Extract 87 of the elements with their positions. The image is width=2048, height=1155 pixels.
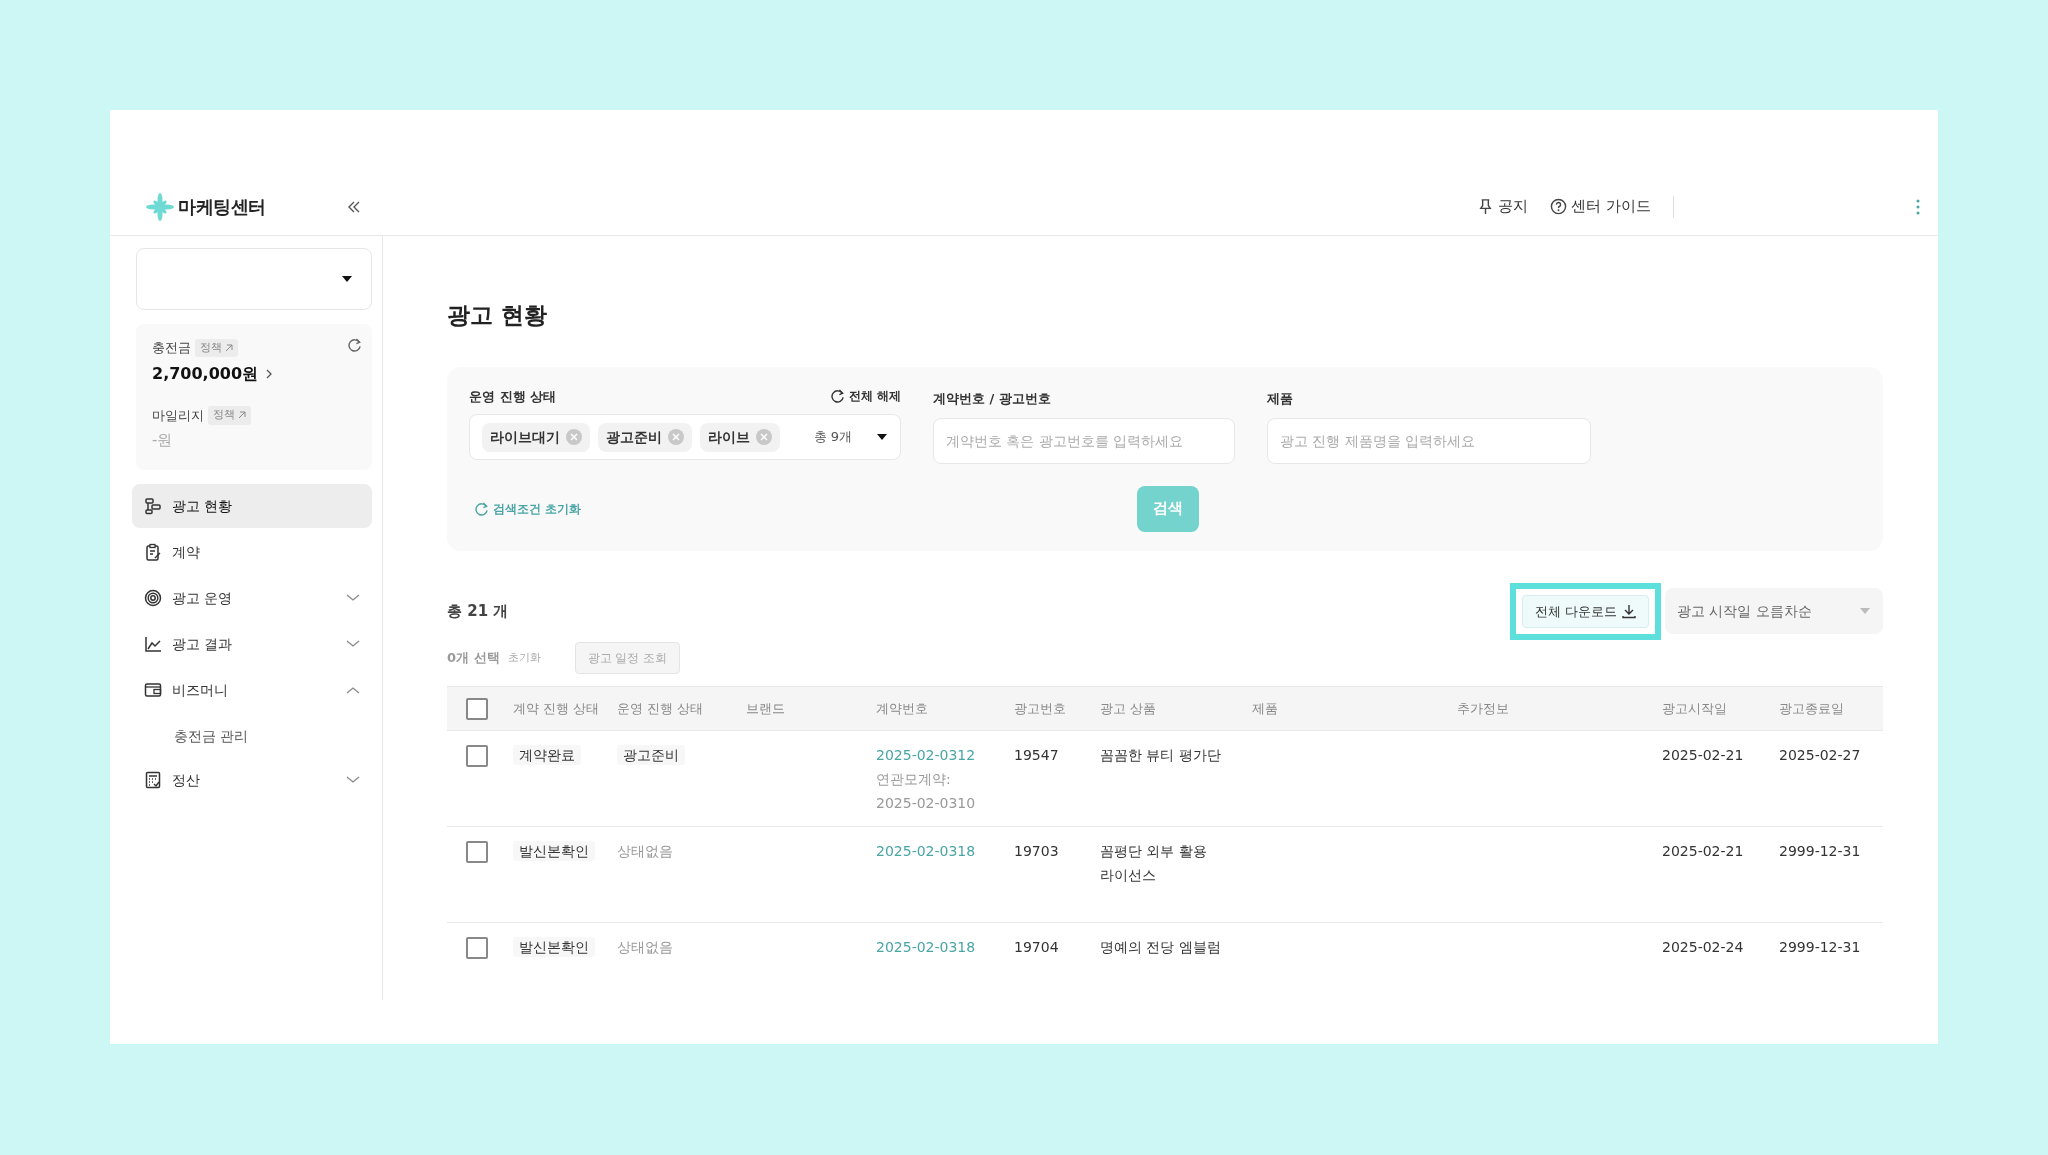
remove-icon xyxy=(756,429,772,445)
chevron-right-icon xyxy=(266,368,274,379)
filter-chip[interactable]: 라이브 xyxy=(700,422,780,452)
field-label: 계약번호 / 광고번호 xyxy=(933,389,1051,408)
checkbox[interactable] xyxy=(466,745,488,767)
column-header: 브랜드 xyxy=(746,700,785,716)
caret-icon xyxy=(341,275,353,283)
column-header: 광고 상품 xyxy=(1100,700,1157,716)
filter-chip[interactable]: 광고준비 xyxy=(598,422,692,452)
mileage-label: 마일리지 xyxy=(152,406,204,425)
status-text: 상태없음 xyxy=(617,843,673,859)
checkbox[interactable] xyxy=(466,841,488,863)
diagram-icon xyxy=(144,497,162,515)
column-header: 제품 xyxy=(1252,700,1278,716)
column-header: 광고번호 xyxy=(1014,700,1066,716)
checkbox[interactable] xyxy=(466,697,488,720)
table-cell: 명예의 전당 엠블럼 xyxy=(1100,939,1221,955)
download-button[interactable]: 전체 다운로드 xyxy=(1521,594,1649,628)
column-header: 광고종료일 xyxy=(1779,700,1844,716)
external-link-icon xyxy=(225,343,233,352)
clear-all-link[interactable]: 전체 해제 xyxy=(830,387,901,406)
selected-count: 0개 선택 xyxy=(447,649,500,668)
column-header: 계약번호 xyxy=(876,700,928,716)
column-header: 추가정보 xyxy=(1457,700,1509,716)
sidebar-item[interactable]: 정산 xyxy=(132,758,372,802)
related-contract-text: 2025-02-0310 xyxy=(876,794,976,813)
caret-icon xyxy=(876,433,888,441)
external-link-icon xyxy=(238,411,246,420)
sidebar-item[interactable]: 광고 현황 xyxy=(132,484,372,528)
table-cell: 2025-02-21 xyxy=(1662,843,1744,859)
flower-logo-icon xyxy=(146,192,174,221)
table-cell: 2999-12-31 xyxy=(1779,939,1861,955)
table-cell: 꼼평단 외부 활용 라이선스 xyxy=(1100,843,1207,883)
sidebar-item[interactable]: 광고 운영 xyxy=(132,576,372,620)
field-label: 운영 진행 상태 xyxy=(469,387,557,406)
logo-text: 마케팅센터 xyxy=(178,195,266,219)
result-total: 총 21 개 xyxy=(447,601,509,622)
remove-icon xyxy=(566,429,582,445)
status-badge: 발신본확인 xyxy=(513,841,595,861)
checkbox[interactable] xyxy=(466,937,488,959)
table-cell: 2025-02-24 xyxy=(1662,939,1744,955)
header-link[interactable]: 공지 xyxy=(1477,195,1529,218)
kebab-icon xyxy=(1916,199,1920,215)
sidebar-item[interactable]: 광고 결과 xyxy=(132,622,372,666)
status-badge: 계약완료 xyxy=(513,745,581,765)
calculator-icon xyxy=(144,771,162,789)
related-contract-text: 연관모계약: xyxy=(876,770,951,789)
refresh-icon xyxy=(348,337,362,352)
table-cell: 19704 xyxy=(1014,939,1059,955)
page-title: 광고 현황 xyxy=(447,301,547,330)
table-cell: 19703 xyxy=(1014,843,1059,859)
column-header: 운영 진행 상태 xyxy=(617,700,704,716)
download-icon xyxy=(1622,603,1636,619)
filter-chip[interactable]: 라이브대기 xyxy=(482,422,590,452)
clipboard-icon xyxy=(144,543,162,561)
mileage-amount: -원 xyxy=(152,430,173,451)
status-multiselect[interactable]: 라이브대기 광고준비 라이브 총 9개 xyxy=(469,414,901,460)
column-header: 광고시작일 xyxy=(1662,700,1727,716)
status-badge: 광고준비 xyxy=(617,745,685,765)
target-icon xyxy=(144,589,162,607)
sidebar-item[interactable]: 계약 xyxy=(132,530,372,574)
input-field[interactable]: 계약번호 혹은 광고번호를 입력하세요 xyxy=(933,417,1235,464)
wallet-icon xyxy=(144,681,162,699)
sidebar-subitem[interactable]: 충전금 관리 xyxy=(132,714,372,758)
line-chart-icon xyxy=(144,635,162,653)
table-cell: 2025-02-21 xyxy=(1662,747,1744,763)
input-field[interactable]: 광고 진행 제품명을 입력하세요 xyxy=(1267,417,1591,464)
sidebar-item[interactable]: 비즈머니 xyxy=(132,668,372,712)
header-link[interactable]: 센터 가이드 xyxy=(1550,195,1651,218)
table-cell: 2999-12-31 xyxy=(1779,843,1861,859)
help-icon xyxy=(1550,198,1568,215)
status-badge: 발신본확인 xyxy=(513,937,595,957)
status-text: 상태없음 xyxy=(617,939,673,955)
caret-icon xyxy=(1859,607,1871,616)
balance-amount-link[interactable]: 2,700,000원 xyxy=(152,361,274,386)
balance-label: 충전금 xyxy=(152,339,191,357)
selection-count: 총 9개 xyxy=(813,428,852,447)
table-cell: 2025-02-27 xyxy=(1779,747,1861,763)
sort-dropdown[interactable]: 광고 시작일 오름차순 xyxy=(1665,588,1883,635)
column-header: 계약 진행 상태 xyxy=(513,700,600,716)
field-label: 제품 xyxy=(1267,389,1293,408)
remove-icon xyxy=(668,429,684,445)
table-cell: 19547 xyxy=(1014,747,1059,763)
refresh-icon xyxy=(475,501,489,516)
table-cell: 꼼꼼한 뷰티 평가단 xyxy=(1100,747,1221,763)
refresh-icon xyxy=(830,389,845,404)
double-chevron-left-icon xyxy=(347,201,361,213)
